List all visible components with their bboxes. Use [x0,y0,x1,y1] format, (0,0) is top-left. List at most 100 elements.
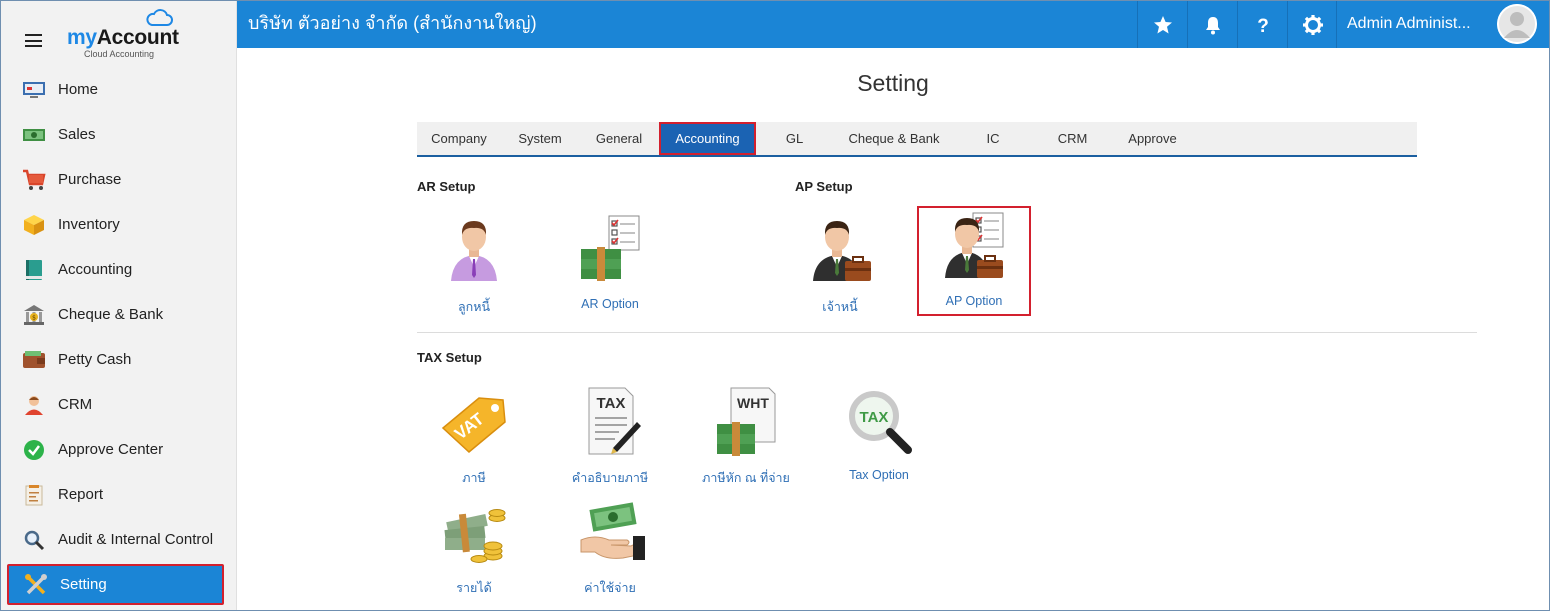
sidebar-item-setting[interactable]: Setting [7,564,224,605]
sidebar-item-audit[interactable]: Audit & Internal Control [1,517,237,562]
sidebar-item-home[interactable]: Home [1,67,237,112]
sidebar-item-inventory[interactable]: Inventory [1,202,237,247]
tools-icon [23,573,49,596]
vat-tag-icon: VAT [441,397,506,453]
logo-tagline: Cloud Accounting [84,49,155,59]
tax-option-text: TAX [860,409,889,426]
tile-label: ลูกหนี้ [457,300,490,314]
tile-income[interactable]: รายได้ [417,490,531,600]
section-divider [417,332,1477,333]
app-logo[interactable]: myAccount Cloud Accounting [67,9,187,64]
businessman-briefcase-icon [813,221,871,281]
tile-label: AP Option [945,294,1003,308]
gear-icon [1302,14,1323,35]
bank-icon: $ [21,304,47,326]
money-coins-icon [444,509,506,563]
logo-text-account: Account [96,26,179,49]
check-circle-icon [21,439,47,461]
magnifier-icon [21,529,47,551]
tab-system[interactable]: System [501,122,579,155]
sidebar-item-cheque-bank[interactable]: $ Cheque & Bank [1,292,237,337]
notifications-button[interactable] [1187,1,1237,48]
sidebar-item-label: Setting [60,576,107,593]
tax-magnifier-icon: TAX [849,391,912,454]
avatar [1497,4,1537,44]
page-title: Setting [857,70,929,96]
bell-icon [1205,16,1220,34]
help-icon: ? [1257,16,1269,35]
svg-text:$: $ [32,314,36,321]
tile-vendor[interactable]: เจ้าหนี้ [783,209,897,319]
sidebar-nav: Home Sales Purchase Inventory Accounting… [1,67,237,605]
wallet-icon [21,349,47,371]
tab-accounting[interactable]: Accounting [659,122,756,155]
cash-icon [21,124,47,146]
sidebar-item-approve-center[interactable]: Approve Center [1,427,237,472]
sidebar-item-sales[interactable]: Sales [1,112,237,157]
company-name[interactable]: บริษัท ตัวอย่าง จำกัด (สำนักงานใหญ่) [248,1,537,48]
sidebar-item-label: Report [58,486,104,503]
settings-tabs: Company System General Accounting GL Che… [417,122,1417,157]
sidebar-item-crm[interactable]: CRM [1,382,237,427]
help-button[interactable]: ? [1237,1,1287,48]
wht-text: WHT [737,395,769,411]
sidebar-item-label: CRM [58,396,93,413]
report-icon [21,484,47,506]
monitor-icon [21,79,47,101]
settings-button[interactable] [1287,1,1337,48]
tab-crm[interactable]: CRM [1031,122,1114,155]
hand-money-icon [580,502,645,560]
tile-withholding-tax[interactable]: WHT ภาษีหัก ณ ที่จ่าย [689,380,803,490]
tile-expense[interactable]: ค่าใช้จ่าย [553,490,667,600]
favorites-button[interactable] [1137,1,1187,48]
tile-ap-option[interactable]: AP Option [917,206,1031,316]
tile-label: ค่าใช้จ่าย [584,581,636,595]
sidebar-item-accounting[interactable]: Accounting [1,247,237,292]
wht-document-money-icon: WHT [717,387,776,456]
tile-label: เจ้าหนี้ [822,300,858,314]
cloud-icon [146,9,173,26]
tile-ar-option[interactable]: AR Option [553,209,667,319]
tile-label: ภาษีหัก ณ ที่จ่าย [702,471,790,485]
sidebar-item-label: Audit & Internal Control [58,531,214,548]
tile-label: ภาษี [462,471,486,485]
sidebar-item-label: Inventory [58,216,120,233]
sidebar-item-label: Petty Cash [58,351,132,368]
money-checklist-icon [581,215,640,281]
sidebar-item-label: Home [58,81,99,98]
topbar: บริษัท ตัวอย่าง จำกัด (สำนักงานใหญ่) ? A… [237,1,1549,48]
menu-toggle-icon[interactable] [25,34,42,47]
ar-setup-title: AR Setup [417,179,476,194]
people-icon [21,394,47,416]
tile-customer[interactable]: ลูกหนี้ [417,209,531,319]
star-icon [1153,15,1172,33]
ap-setup-title: AP Setup [795,179,853,194]
sidebar-item-report[interactable]: Report [1,472,237,517]
customer-person-icon [451,221,497,281]
sidebar-item-label: Accounting [58,261,133,278]
tab-gl[interactable]: GL [756,122,833,155]
tab-cheque-bank[interactable]: Cheque & Bank [833,122,955,155]
tab-company[interactable]: Company [417,122,501,155]
tile-vat[interactable]: VAT ภาษี [417,380,531,490]
logo-text-my: my [67,26,97,49]
tab-general[interactable]: General [579,122,659,155]
tab-approve[interactable]: Approve [1114,122,1191,155]
svg-text:?: ? [1257,16,1269,35]
logo-text: myAccount [67,26,179,50]
sidebar-item-label: Cheque & Bank [58,306,164,323]
user-avatar-icon [1497,4,1537,44]
sidebar-item-purchase[interactable]: Purchase [1,157,237,202]
user-menu[interactable]: Admin Administ... [1336,1,1549,48]
tile-tax-option[interactable]: TAX Tax Option [822,380,936,490]
tile-label: Tax Option [849,468,909,482]
tile-label: คำอธิบายภาษี [571,471,649,485]
ledger-book-icon [21,259,47,281]
sidebar-item-petty-cash[interactable]: Petty Cash [1,337,237,382]
sidebar-item-label: Purchase [58,171,122,188]
tab-ic[interactable]: IC [955,122,1031,155]
tax-text: TAX [597,395,626,412]
tile-label: AR Option [581,297,639,311]
tile-tax-description[interactable]: TAX คำอธิบายภาษี [553,380,667,490]
sidebar: myAccount Cloud Accounting Home Sales Pu… [1,1,237,610]
